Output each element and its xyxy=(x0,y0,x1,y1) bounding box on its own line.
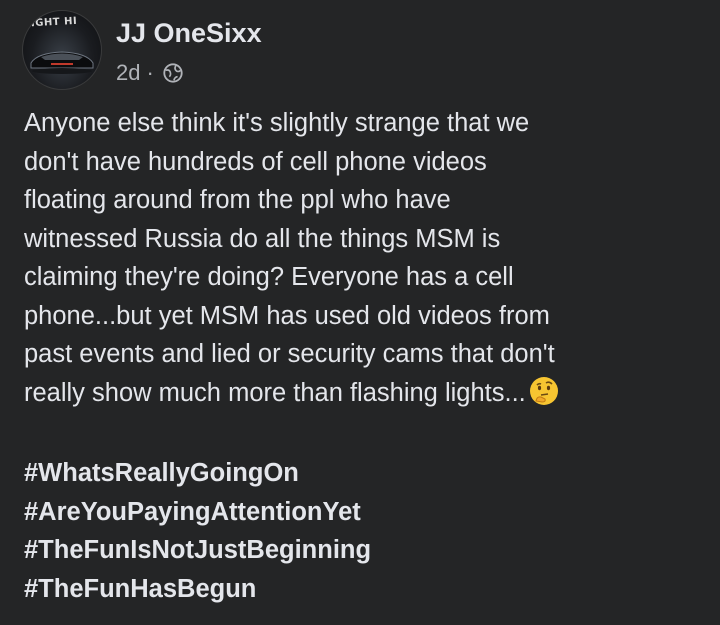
author-name[interactable]: JJ OneSixx xyxy=(116,18,262,49)
post-line: floating around from the ppl who have xyxy=(24,186,451,214)
hashtag-link[interactable]: #TheFunHasBegun xyxy=(24,570,371,609)
hashtag-link[interactable]: #WhatsReallyGoingOn xyxy=(24,454,371,493)
globe-icon[interactable] xyxy=(162,62,184,84)
post-line: witnessed Russia do all the things MSM i… xyxy=(24,224,501,253)
post-line: don't have hundreds of cell phone videos xyxy=(24,147,487,176)
post-line: past events and lied or security cams th… xyxy=(24,340,555,368)
thinking-face-icon xyxy=(529,376,558,405)
hashtag-link[interactable]: #TheFunIsNotJustBeginning xyxy=(24,531,371,570)
avatar-logo-text: IGHT HI xyxy=(30,15,78,30)
post-line: Anyone else think it's slightly strange … xyxy=(24,109,530,137)
post-body: Anyone else think it's slightly strange … xyxy=(24,104,714,412)
car-image xyxy=(30,51,94,74)
hashtag-link[interactable]: #AreYouPayingAttentionYet xyxy=(24,493,371,532)
post-card: IGHT HI JJ OneSixx 2d · Anyone else thin… xyxy=(0,0,720,625)
post-line: phone...but yet MSM has used old videos … xyxy=(24,301,550,330)
hashtag-list: #WhatsReallyGoingOn #AreYouPayingAttenti… xyxy=(24,454,371,608)
post-line: really show much more than flashing ligh… xyxy=(24,378,526,407)
avatar[interactable]: IGHT HI xyxy=(22,10,102,90)
meta-separator: · xyxy=(146,60,154,85)
post-line-last: really show much more than flashing ligh… xyxy=(24,374,714,413)
post-line: claiming they're doing? Everyone has a c… xyxy=(24,263,514,291)
post-timestamp[interactable]: 2d xyxy=(116,60,140,86)
post-meta: 2d · xyxy=(116,60,184,86)
